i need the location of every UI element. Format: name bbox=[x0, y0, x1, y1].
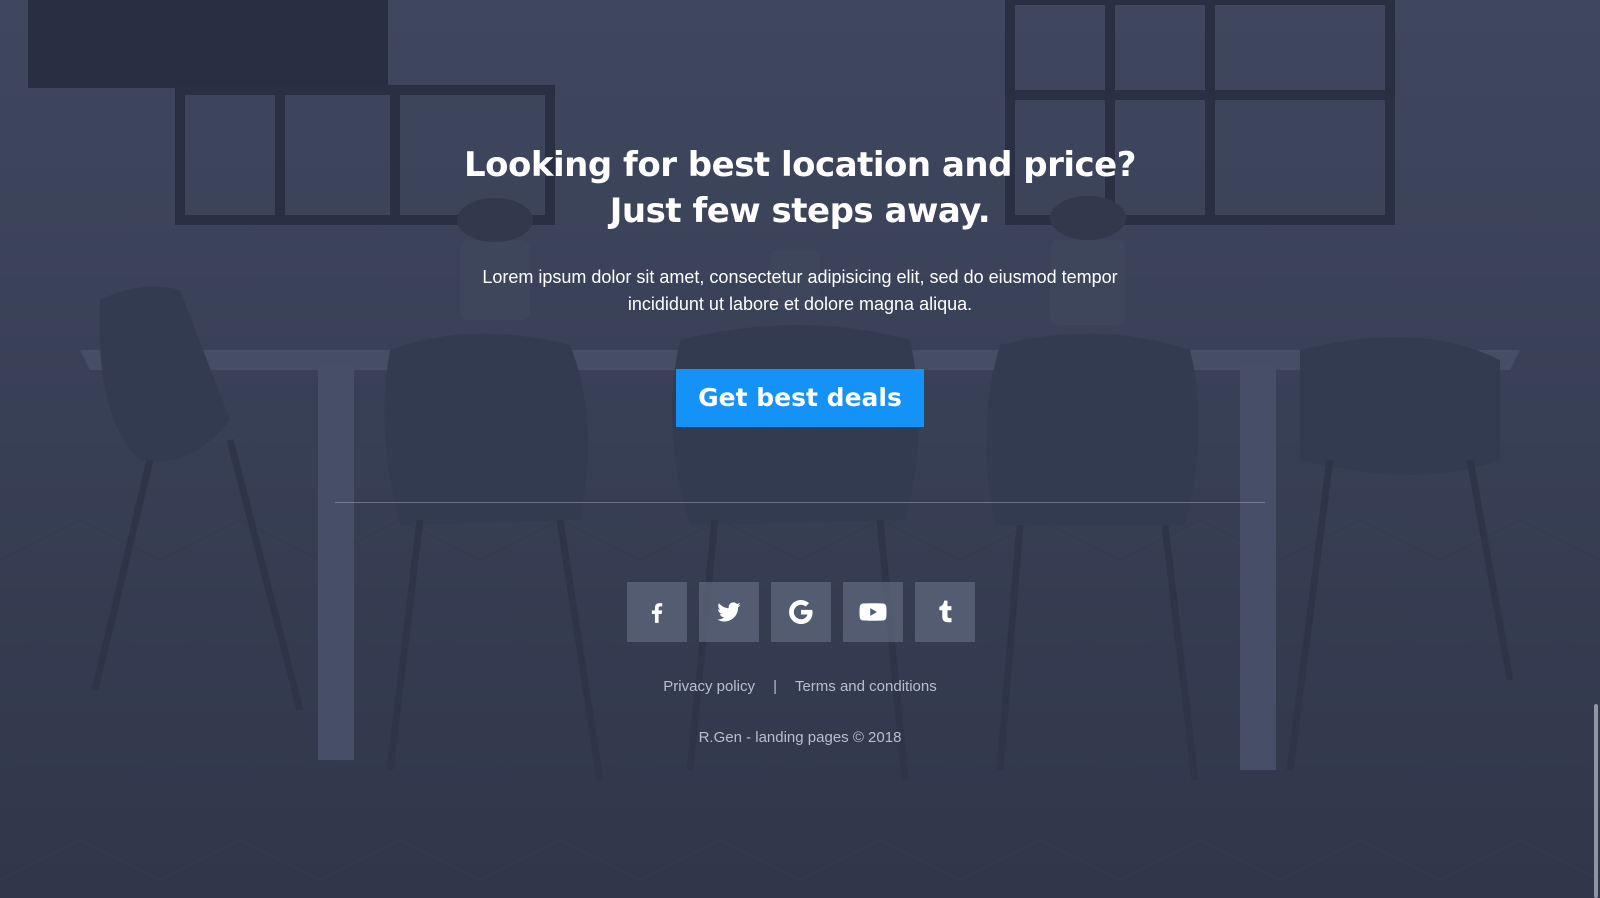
footer-divider bbox=[335, 502, 1265, 503]
social-links bbox=[627, 582, 975, 642]
page-title: Looking for best location and price? Jus… bbox=[300, 142, 1300, 234]
lead-paragraph: Lorem ipsum dolor sit amet, consectetur … bbox=[400, 264, 1200, 318]
landing-page: Looking for best location and price? Jus… bbox=[0, 0, 1600, 898]
cta-section: Looking for best location and price? Jus… bbox=[0, 0, 1600, 898]
headline-line-1: Looking for best location and price? bbox=[464, 145, 1136, 185]
facebook-icon bbox=[651, 603, 663, 623]
headline-line-2: Just few steps away. bbox=[609, 191, 991, 231]
youtube-icon bbox=[859, 603, 887, 621]
get-best-deals-button[interactable]: Get best deals bbox=[676, 369, 924, 427]
footer-links: Privacy policy | Terms and conditions bbox=[500, 676, 1100, 698]
tumblr-icon bbox=[939, 600, 952, 623]
twitter-button[interactable] bbox=[699, 582, 759, 642]
google-icon bbox=[789, 599, 813, 625]
lead-line-1: Lorem ipsum dolor sit amet, consectetur … bbox=[482, 267, 1118, 287]
google-button[interactable] bbox=[771, 582, 831, 642]
copyright-text: R.Gen - landing pages © 2018 bbox=[698, 729, 902, 746]
facebook-button[interactable] bbox=[627, 582, 687, 642]
lead-line-2: incididunt ut labore et dolore magna ali… bbox=[627, 294, 973, 314]
twitter-icon bbox=[717, 602, 741, 622]
privacy-policy-link[interactable]: Privacy policy bbox=[663, 678, 755, 695]
tumblr-button[interactable] bbox=[915, 582, 975, 642]
youtube-button[interactable] bbox=[843, 582, 903, 642]
link-separator: | bbox=[773, 678, 778, 695]
scrollbar-thumb[interactable] bbox=[1594, 704, 1598, 898]
terms-link[interactable]: Terms and conditions bbox=[795, 678, 937, 695]
